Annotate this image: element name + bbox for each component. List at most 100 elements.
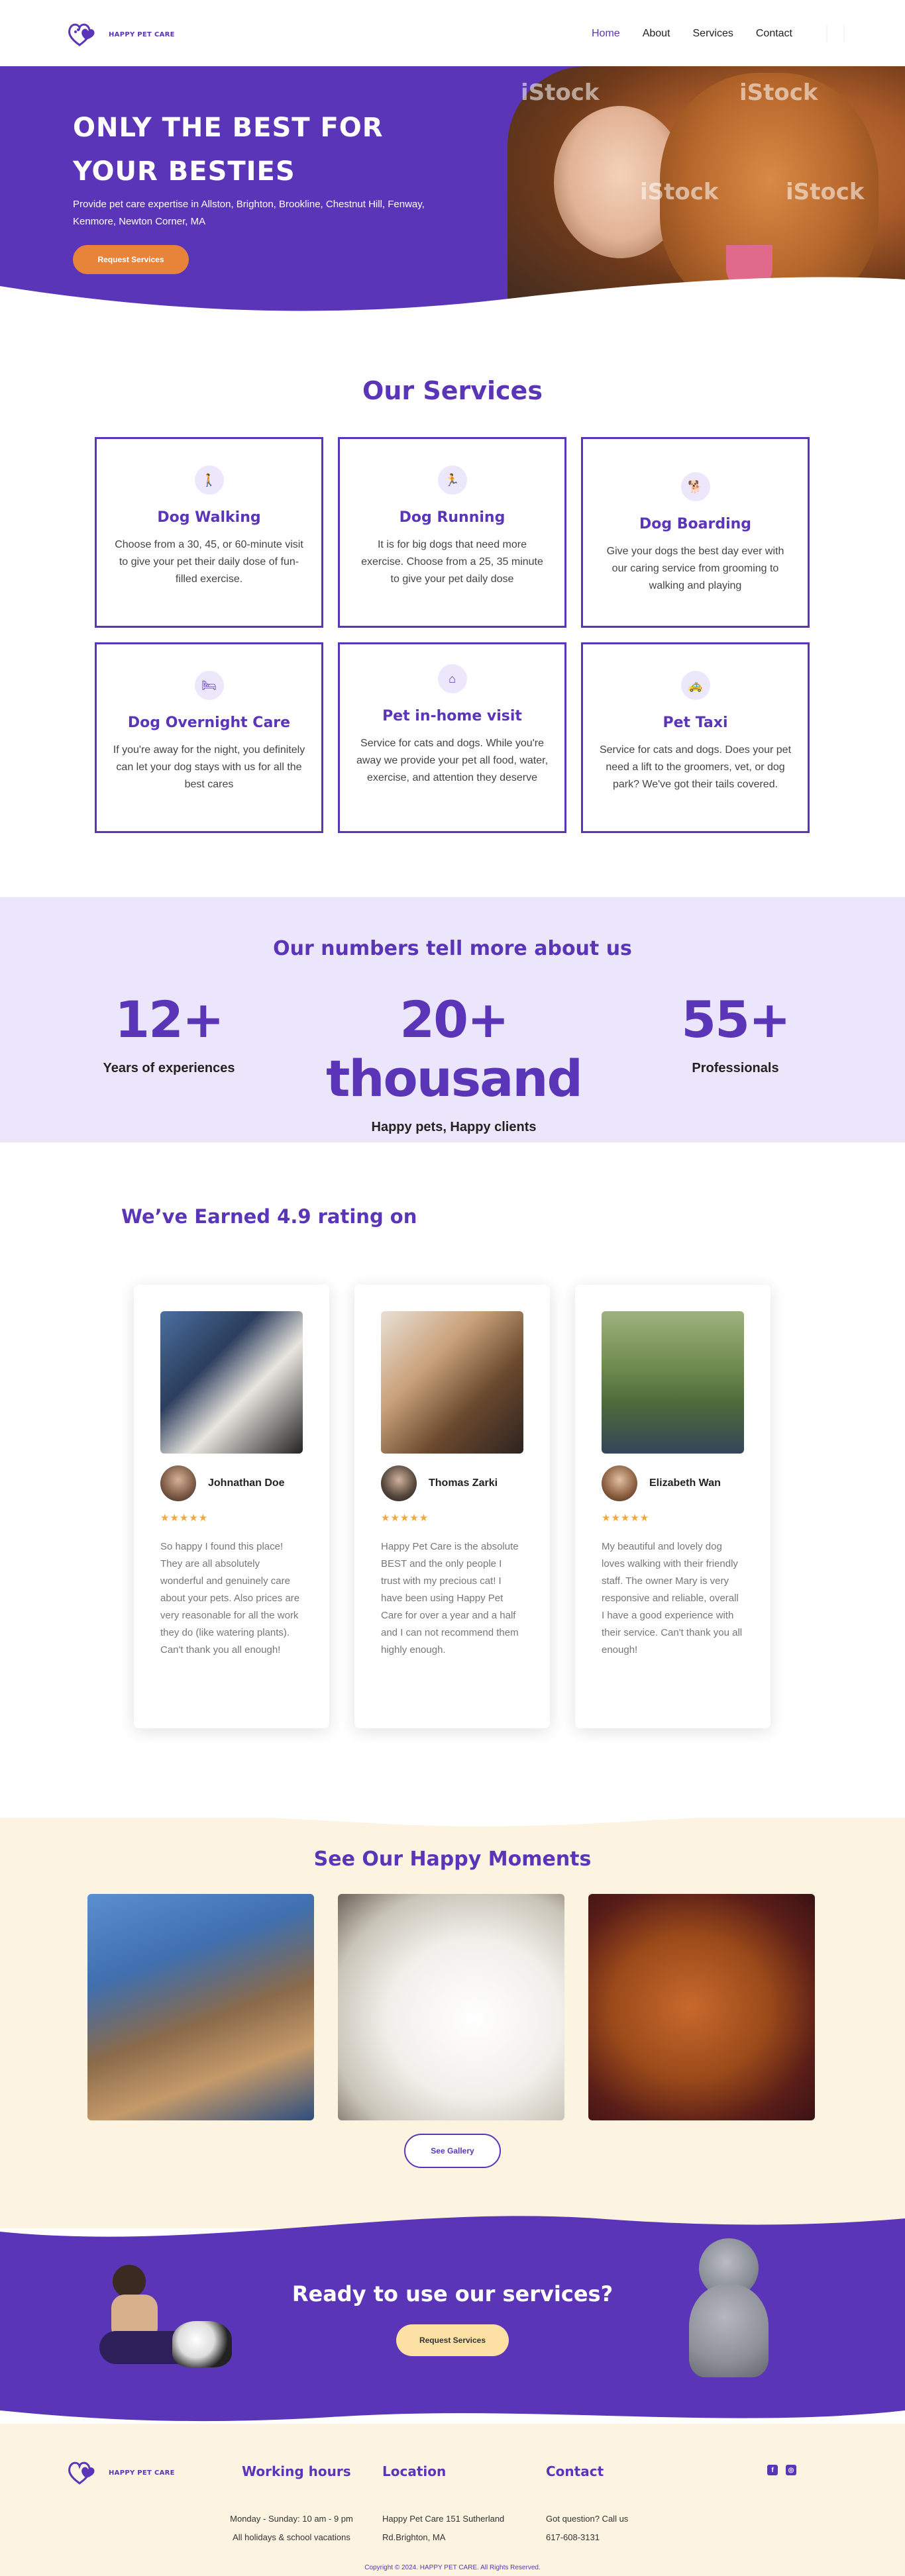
reviews-list: Johnathan Doe ★★★★★ So happy I found thi…	[134, 1285, 771, 1728]
nav-services[interactable]: Services	[693, 28, 733, 40]
main-menu: Home About Services Contact	[592, 28, 792, 40]
heart-paw-logo-icon	[68, 2461, 95, 2485]
stat-value: 55+	[681, 990, 790, 1049]
hero-subtitle: Provide pet care expertise in Allston, B…	[73, 199, 425, 227]
service-title: Dog Walking	[157, 509, 261, 526]
car-icon: 🚕	[680, 671, 710, 700]
top-nav: HAPPY PET CARE Home About Services Conta…	[0, 0, 905, 66]
services-grid: 🚶 Dog Walking Choose from a 30, 45, or 6…	[95, 437, 810, 833]
hero-section: iStock iStock iStock iStock ONLY THE BES…	[0, 66, 905, 318]
copyright: Copyright © 2024. HAPPY PET CARE. All Ri…	[364, 2564, 541, 2571]
service-title: Dog Boarding	[639, 516, 752, 532]
cta-request-services-button[interactable]: Request Services	[396, 2324, 509, 2356]
stat-professionals: 55+ Professionals	[663, 990, 808, 1076]
moments-title: See Our Happy Moments	[313, 1848, 592, 1871]
logo-text: HAPPY PET CARE	[109, 2469, 175, 2477]
review-card: Thomas Zarki ★★★★★ Happy Pet Care is the…	[354, 1285, 550, 1728]
hero-wave-divider	[0, 277, 905, 318]
footer-logo[interactable]: HAPPY PET CARE	[66, 2458, 175, 2487]
service-card[interactable]: 🐕 Dog Boarding Give your dogs the best d…	[581, 437, 810, 628]
service-text: Service for cats and dogs. Does your pet…	[599, 744, 792, 790]
location-line: Happy Pet Care 151 Sutherland	[382, 2514, 505, 2524]
see-gallery-button[interactable]: See Gallery	[404, 2134, 501, 2168]
heart-paw-logo-icon	[68, 23, 95, 46]
house-heart-icon: ⌂	[437, 664, 467, 693]
cta-section: Ready to use our services? Request Servi…	[0, 2192, 905, 2430]
service-title: Pet in-home visit	[382, 708, 522, 724]
location-line: Rd.Brighton, MA	[382, 2532, 446, 2542]
review-text: My beautiful and lovely dog loves walkin…	[602, 1541, 743, 1656]
numbers-section: Our numbers tell more about us 12+ Years…	[0, 897, 905, 1142]
stat-label: Professionals	[692, 1061, 779, 1075]
divider-icon	[826, 25, 845, 42]
running-person-icon: 🏃	[437, 466, 467, 495]
service-card[interactable]: 🚶 Dog Walking Choose from a 30, 45, or 6…	[95, 437, 323, 628]
hero-title: ONLY THE BEST FOR YOUR BESTIES	[73, 113, 384, 187]
social-links: f ◎	[767, 2465, 796, 2475]
service-card[interactable]: 🏃 Dog Running It is for big dogs that ne…	[338, 437, 566, 628]
hours-line: Monday - Sunday: 10 am - 9 pm	[230, 2514, 353, 2524]
location-title: Location	[382, 2463, 447, 2479]
service-text: Give your dogs the best day ever with ou…	[606, 546, 784, 591]
contact-text: Got question? Call us 617-608-3131	[546, 2510, 628, 2547]
watermark: iStock	[640, 179, 719, 205]
reviewer-name: Johnathan Doe	[208, 1477, 285, 1489]
avatar	[381, 1465, 417, 1501]
star-rating: ★★★★★	[160, 1512, 209, 1524]
reviewer-name: Elizabeth Wan	[649, 1477, 721, 1489]
review-photo	[381, 1311, 523, 1454]
reviewer-name: Thomas Zarki	[429, 1477, 498, 1489]
hours-line: All holidays & school vacations	[233, 2532, 350, 2542]
numbers-title: Our numbers tell more about us	[273, 937, 632, 960]
stat-years: 12+ Years of experiences	[99, 990, 239, 1076]
service-card[interactable]: 🚕 Pet Taxi Service for cats and dogs. Do…	[581, 642, 810, 833]
request-services-button[interactable]: Request Services	[73, 245, 189, 274]
stat-value: 20+ thousand	[326, 990, 583, 1108]
logo-text: HAPPY PET CARE	[109, 30, 175, 38]
watermark: iStock	[786, 179, 865, 205]
service-text: It is for big dogs that need more exerci…	[361, 539, 543, 585]
service-text: Choose from a 30, 45, or 60-minute visit…	[115, 539, 303, 585]
nav-contact[interactable]: Contact	[756, 28, 792, 40]
service-title: Dog Overnight Care	[127, 715, 291, 731]
review-text: So happy I found this place! They are al…	[160, 1541, 300, 1656]
rating-title: We’ve Earned 4.9 rating on	[121, 1205, 417, 1228]
instagram-icon[interactable]: ◎	[786, 2465, 796, 2475]
review-photo	[602, 1311, 744, 1454]
service-card[interactable]: ⌂ Pet in-home visit Service for cats and…	[338, 642, 566, 833]
gallery-image[interactable]	[87, 1894, 314, 2120]
service-card[interactable]: 🛏 Dog Overnight Care If you're away for …	[95, 642, 323, 833]
nav-home[interactable]: Home	[592, 28, 620, 40]
page: HAPPY PET CARE Home About Services Conta…	[0, 0, 905, 2576]
avatar	[602, 1465, 637, 1501]
hours-title: Working hours	[242, 2463, 351, 2479]
location-text: Happy Pet Care 151 Sutherland Rd.Brighto…	[382, 2510, 504, 2547]
review-card: Elizabeth Wan ★★★★★ My beautiful and lov…	[575, 1285, 771, 1728]
bed-icon: 🛏	[194, 671, 224, 700]
dog-icon: 🐕	[680, 472, 710, 501]
stat-clients: 20+ thousand Happy pets, Happy clients	[285, 990, 623, 1135]
footer: HAPPY PET CARE Working hours Monday - Su…	[0, 2424, 905, 2576]
logo[interactable]: HAPPY PET CARE	[66, 20, 175, 49]
nav-about[interactable]: About	[643, 28, 670, 40]
gallery	[87, 1894, 815, 2120]
cat-illustration	[682, 2238, 772, 2377]
gallery-image[interactable]	[588, 1894, 815, 2120]
service-title: Dog Running	[399, 509, 506, 526]
service-text: If you're away for the night, you defini…	[113, 744, 305, 790]
watermark: iStock	[521, 79, 600, 106]
contact-title: Contact	[546, 2463, 604, 2479]
stat-label: Years of experiences	[103, 1061, 235, 1075]
review-text: Happy Pet Care is the absolute BEST and …	[381, 1541, 519, 1656]
star-rating: ★★★★★	[602, 1512, 650, 1524]
avatar	[160, 1465, 196, 1501]
stat-label: Happy pets, Happy clients	[371, 1120, 537, 1134]
moments-section: See Our Happy Moments See Gallery	[0, 1798, 905, 2228]
facebook-icon[interactable]: f	[767, 2465, 778, 2475]
gallery-image[interactable]	[338, 1894, 564, 2120]
cta-title: Ready to use our services?	[292, 2281, 613, 2306]
service-text: Service for cats and dogs. While you're …	[356, 738, 549, 783]
wave-divider	[0, 1798, 905, 1827]
watermark: iStock	[739, 79, 818, 106]
contact-phone[interactable]: 617-608-3131	[546, 2528, 628, 2547]
